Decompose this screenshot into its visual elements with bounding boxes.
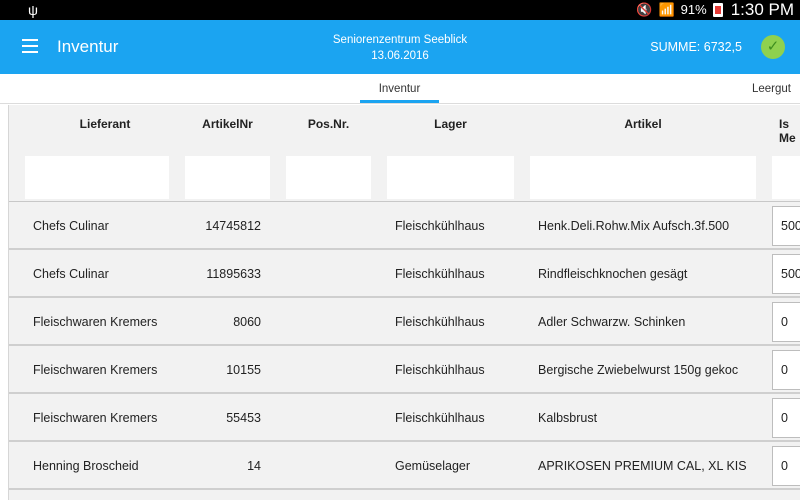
cell-artikelnr: 11895633: [206, 267, 261, 281]
status-bar: ψ 🔇 📶 91% 1:30 PM: [0, 0, 800, 20]
cell-artikel: Adler Schwarzw. Schinken: [538, 315, 686, 329]
table-row[interactable]: Fleischwaren Kremers 55453 Fleischkühlhaus…: [9, 394, 800, 442]
sum-total: SUMME: 6732,5: [650, 40, 742, 54]
cell-lager: Fleischkühlhaus: [395, 363, 485, 377]
menge-input[interactable]: 0: [772, 446, 800, 486]
table-row[interactable]: Henning Broscheid 14 Gemüselager APRIKOSEN …: [9, 442, 800, 490]
header-menge: Is Me: [779, 117, 800, 145]
header-posnr: Pos.Nr.: [307, 117, 350, 131]
cell-lager: Fleischkühlhaus: [395, 411, 485, 425]
header-artikelnr: ArtikelNr: [202, 117, 253, 131]
menge-input[interactable]: 500: [772, 254, 800, 294]
cell-lager: Gemüselager: [395, 459, 471, 473]
cell-lieferant: Fleischwaren Kremers: [33, 315, 158, 329]
battery-percent: 91%: [680, 2, 707, 17]
menge-input[interactable]: 0: [772, 398, 800, 438]
tab-inventur-label: Inventur: [378, 83, 421, 95]
header-artikel: Artikel: [624, 117, 662, 131]
app-bar: Inventur Seniorenzentrum Seeblick 13.06.…: [0, 20, 800, 74]
usb-icon: ψ: [28, 2, 38, 18]
filter-lager-input[interactable]: [387, 156, 514, 199]
cell-artikelnr: 14: [247, 459, 261, 473]
menge-input[interactable]: 0: [772, 350, 800, 390]
menu-icon[interactable]: [22, 39, 38, 53]
cell-lieferant: Chefs Culinar: [33, 267, 109, 281]
cell-lager: Fleischkühlhaus: [395, 219, 485, 233]
cell-lieferant: Fleischwaren Kremers: [33, 411, 158, 425]
battery-icon: [712, 3, 723, 17]
inventory-table: Lieferant ArtikelNr Pos.Nr. Lager Artike…: [8, 105, 800, 500]
cell-artikel: Rindfleischknochen gesägt: [538, 267, 688, 281]
filter-artikel-input[interactable]: [530, 156, 756, 199]
header-menge-line2: Me: [779, 131, 796, 145]
filter-artikelnr-input[interactable]: [185, 156, 270, 199]
header-menge-line1: Is: [779, 117, 790, 131]
facility-info: Seniorenzentrum Seeblick 13.06.2016: [300, 32, 500, 64]
cell-artikel: Kalbsbrust: [538, 411, 598, 425]
wifi-icon: 📶: [658, 2, 675, 17]
cell-lieferant: Chefs Culinar: [33, 219, 109, 233]
filter-posnr-input[interactable]: [286, 156, 371, 199]
cell-lieferant: Henning Broscheid: [33, 459, 139, 473]
table-row[interactable]: Fleischwaren Kremers 8060 Fleischkühlhaus A…: [9, 298, 800, 346]
cell-artikelnr: 55453: [226, 411, 261, 425]
tab-inventur[interactable]: Inventur: [360, 82, 439, 103]
header-lieferant: Lieferant: [79, 117, 131, 131]
page-title: Inventur: [57, 37, 119, 56]
inventory-date: 13.06.2016: [371, 50, 429, 62]
status-icons: 🔇 📶 91% 1:30 PM: [636, 0, 794, 20]
cell-artikel: Bergische Zwiebelwurst 150g gekoc: [538, 363, 739, 377]
cell-artikel: APRIKOSEN PREMIUM CAL, XL KIS: [538, 459, 747, 473]
filter-menge-input[interactable]: [772, 156, 800, 199]
mute-icon: 🔇: [636, 2, 653, 17]
filter-lieferant-input[interactable]: [25, 156, 169, 199]
tab-leergut[interactable]: Leergut: [752, 82, 791, 96]
cell-artikelnr: 10155: [226, 363, 261, 377]
cell-lieferant: Fleischwaren Kremers: [33, 363, 158, 377]
table-row[interactable]: Chefs Culinar 14745812 Fleischkühlhaus Henk…: [9, 202, 800, 250]
tab-bar: Inventur Leergut: [0, 74, 800, 104]
cell-artikel: Henk.Deli.Rohw.Mix Aufsch.3f.500: [538, 219, 730, 233]
clock: 1:30 PM: [730, 0, 794, 19]
menge-input[interactable]: 0: [772, 302, 800, 342]
active-tab-indicator: [360, 100, 439, 103]
facility-name: Seniorenzentrum Seeblick: [332, 34, 468, 46]
header-lager: Lager: [434, 117, 467, 131]
menge-input[interactable]: 500: [772, 206, 800, 246]
cell-lager: Fleischkühlhaus: [395, 315, 485, 329]
cell-lager: Fleischkühlhaus: [395, 267, 485, 281]
table-row[interactable]: Chefs Culinar 11895633 Fleischkühlhaus Rind…: [9, 250, 800, 298]
check-icon[interactable]: ✓: [761, 35, 785, 59]
cell-artikelnr: 8060: [233, 315, 261, 329]
tab-leergut-label: Leergut: [752, 83, 792, 95]
table-row[interactable]: Fleischwaren Kremers 10155 Fleischkühlhaus…: [9, 346, 800, 394]
cell-artikelnr: 14745812: [205, 219, 261, 233]
